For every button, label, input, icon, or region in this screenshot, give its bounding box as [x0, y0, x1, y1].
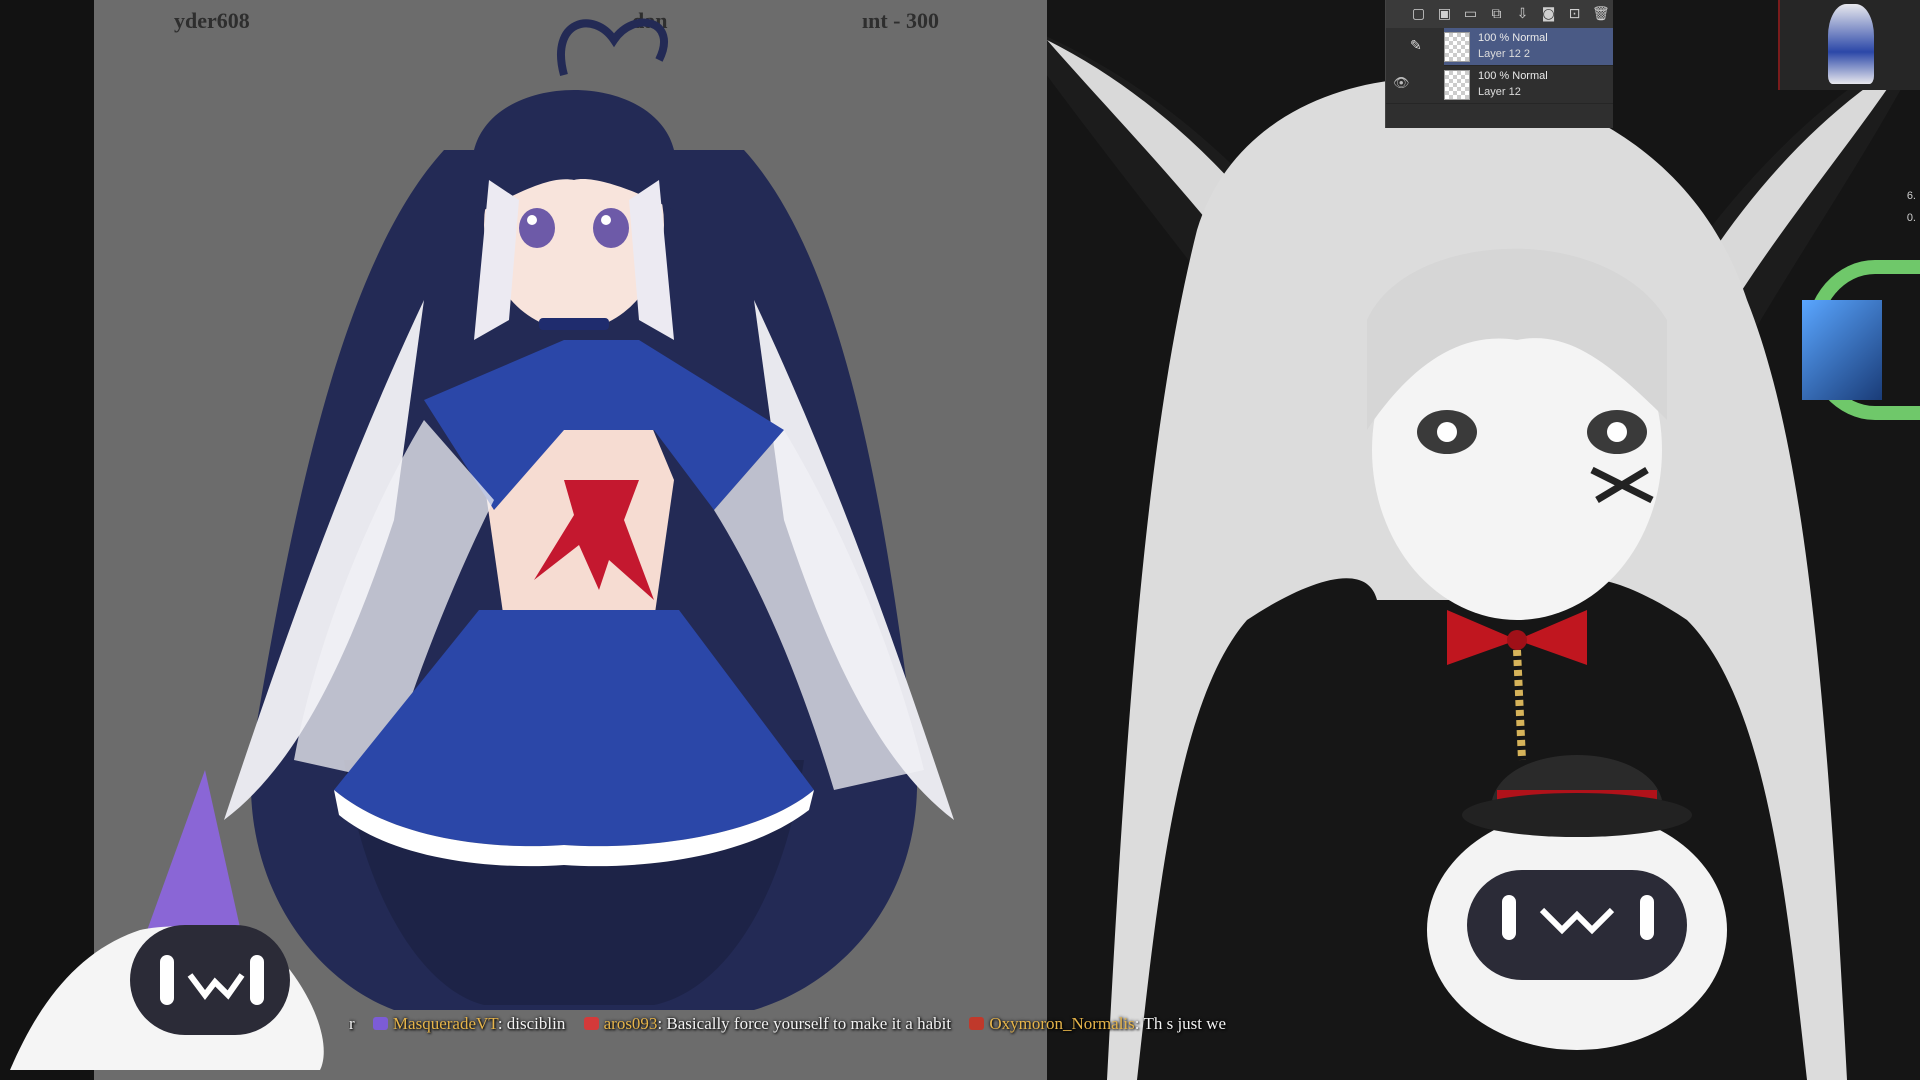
- wolf-avatar-figure: [1047, 36, 1920, 1080]
- subscriber-badge-icon: [372, 1017, 388, 1030]
- workspace-background: [1047, 0, 1920, 1080]
- new-raster-layer-icon[interactable]: ▢: [1410, 6, 1427, 23]
- layer-thumbnail: [1444, 70, 1470, 100]
- eye-icon[interactable]: 👁: [1393, 76, 1410, 91]
- chat-ticker: r MasqueradeVT: disciblin aros093: Basic…: [349, 1014, 1249, 1044]
- user-badge-icon: [583, 1017, 599, 1030]
- layer-name: Layer 12 2: [1478, 48, 1530, 60]
- chat-message: Oxymoron_Normalis: Th s just we: [969, 1014, 1226, 1034]
- chat-message: r: [349, 1014, 355, 1034]
- layer-mode: 100 % Normal: [1478, 70, 1548, 82]
- chat-username: Oxymoron_Normalis: [989, 1014, 1135, 1033]
- side-number-2: 0.: [1906, 212, 1916, 224]
- chat-text: disciblin: [506, 1014, 566, 1033]
- chat-message: MasqueradeVT: disciblin: [372, 1014, 566, 1034]
- chat-username: MasqueradeVT: [392, 1014, 498, 1033]
- layer-name: Layer 12: [1478, 86, 1521, 98]
- layer-toolbar: ▢ ▣ ▭ ⧉ ⇩ ◙ ⊡ 🗑: [1386, 0, 1613, 28]
- reference-thumbnail[interactable]: [1778, 0, 1920, 90]
- side-number-1: 6.: [1906, 190, 1916, 202]
- new-vector-layer-icon[interactable]: ▣: [1436, 6, 1453, 23]
- color-square[interactable]: [1802, 300, 1882, 400]
- chat-text: r: [349, 1014, 355, 1033]
- merge-layer-icon[interactable]: ⇩: [1514, 6, 1531, 23]
- mask-icon[interactable]: ◙: [1540, 6, 1557, 23]
- chat-text: Th s just we: [1143, 1014, 1227, 1033]
- reference-figure: [1828, 4, 1874, 84]
- reference-icon[interactable]: ⊡: [1566, 6, 1583, 23]
- layer-panel: ▢ ▣ ▭ ⧉ ⇩ ◙ ⊡ 🗑 ✎ 100 % Normal Layer 12 …: [1385, 0, 1613, 128]
- layer-row[interactable]: 👁 100 % Normal Layer 12: [1386, 66, 1613, 104]
- layer-thumbnail: [1444, 32, 1470, 62]
- user-badge-icon: [969, 1017, 985, 1030]
- copy-layer-icon[interactable]: ⧉: [1488, 6, 1505, 23]
- pen-icon: ✎: [1410, 38, 1422, 54]
- layer-mode: 100 % Normal: [1478, 32, 1548, 44]
- new-folder-icon[interactable]: ▭: [1462, 6, 1479, 23]
- mascot-overlay: [10, 770, 324, 1070]
- layer-row-selected[interactable]: ✎ 100 % Normal Layer 12 2: [1410, 28, 1613, 66]
- delete-layer-icon[interactable]: 🗑: [1592, 6, 1610, 23]
- chat-username: aros093: [603, 1014, 658, 1033]
- chat-text: Basically force yourself to make it a ha…: [666, 1014, 952, 1033]
- chat-message: aros093: Basically force yourself to mak…: [583, 1014, 952, 1034]
